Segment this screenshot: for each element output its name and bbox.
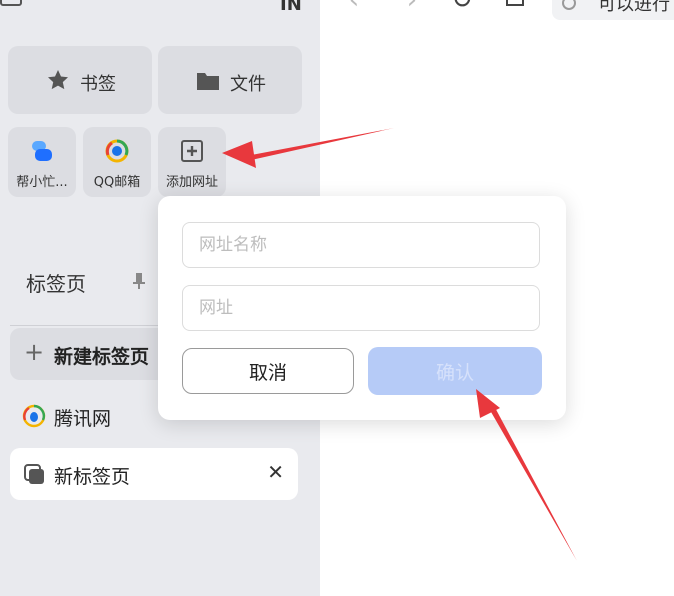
reload-icon[interactable]: ↻ xyxy=(448,0,476,14)
star-icon xyxy=(48,70,68,90)
sidebar-top-right-glyph[interactable]: IN xyxy=(280,0,302,15)
folder-icon xyxy=(197,73,219,90)
pin-icon[interactable] xyxy=(132,272,146,290)
close-icon[interactable]: ✕ xyxy=(267,460,284,484)
qq-mail-icon xyxy=(105,139,129,163)
quick-link-add-site[interactable]: 添加网址 xyxy=(158,127,226,197)
cancel-button[interactable]: 取消 xyxy=(182,348,354,394)
site-url-input[interactable] xyxy=(182,285,540,331)
bangxiaomang-icon xyxy=(32,141,52,161)
tab-label: 新标签页 xyxy=(54,466,131,488)
tencent-icon xyxy=(22,404,46,428)
quick-link-bangxiaomang[interactable]: 帮小忙... xyxy=(8,127,76,197)
forward-icon[interactable]: › xyxy=(398,0,426,14)
site-name-input[interactable] xyxy=(182,222,540,268)
bookmark-label: 书签 xyxy=(80,74,116,95)
search-icon xyxy=(562,0,576,10)
bookmark-tile[interactable]: 书签 xyxy=(8,46,152,114)
plus-icon: + xyxy=(24,338,45,366)
tab-item-new-tab[interactable]: 新标签页 ✕ xyxy=(10,448,298,500)
back-icon[interactable]: ‹ xyxy=(340,0,368,14)
tab-label: 腾讯网 xyxy=(54,408,112,430)
address-bar[interactable]: 可以进行 xyxy=(552,0,674,20)
file-tile[interactable]: 文件 xyxy=(158,46,302,114)
add-site-dialog: 取消 确认 xyxy=(158,196,566,420)
tabs-section-title: 标签页 xyxy=(26,272,86,296)
quick-link-label: 帮小忙... xyxy=(16,175,68,190)
tab-icon xyxy=(24,464,44,484)
new-tab-label: 新建标签页 xyxy=(54,346,150,368)
quick-link-label: QQ邮箱 xyxy=(93,175,141,190)
file-label: 文件 xyxy=(230,74,266,95)
home-icon[interactable] xyxy=(506,0,524,6)
sidebar-toggle-icon[interactable] xyxy=(0,0,22,6)
quick-link-qq-mail[interactable]: QQ邮箱 xyxy=(83,127,151,197)
quick-link-label: 添加网址 xyxy=(165,175,218,190)
add-site-icon xyxy=(181,140,203,162)
address-bar-text: 可以进行 xyxy=(598,0,670,15)
confirm-button[interactable]: 确认 xyxy=(368,347,542,395)
